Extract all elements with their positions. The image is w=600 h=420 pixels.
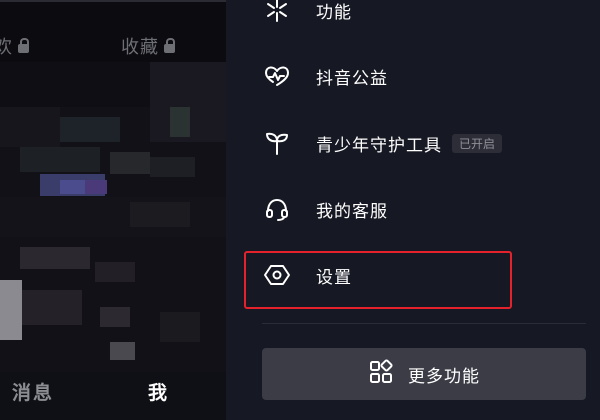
menu-item-label: 我的客服 (316, 201, 388, 222)
menu-item-youth-protection[interactable]: 青少年守护工具 已开启 (262, 123, 503, 163)
lock-icon (164, 38, 175, 53)
bottom-navigation: 消息 我 (0, 372, 226, 420)
mosaic-tile (20, 247, 90, 269)
mosaic-tile (0, 197, 226, 237)
mosaic-tile (0, 280, 22, 340)
mosaic-tile (60, 117, 120, 142)
mosaic-tile (60, 180, 85, 194)
mosaic-tile (0, 107, 60, 147)
status-badge: 已开启 (452, 133, 503, 153)
side-drawer: 功能 抖音公益 青少年守护工具 已开启 我的客服 设置 更多功能 (226, 0, 600, 420)
menu-item-customer-service[interactable]: 我的客服 (262, 189, 388, 229)
mosaic-tile (160, 312, 200, 342)
spark-icon (262, 0, 292, 25)
mosaic-tile (100, 307, 130, 327)
menu-item-features[interactable]: 功能 (262, 0, 352, 30)
tab-likes-label: 欢 (0, 37, 13, 58)
mosaic-tile (110, 342, 135, 360)
tab-favorites-label: 收藏 (121, 37, 159, 58)
menu-item-label: 功能 (316, 2, 352, 23)
divider (262, 323, 586, 324)
more-features-label: 更多功能 (408, 366, 480, 387)
nav-messages[interactable]: 消息 (12, 378, 54, 405)
pixelated-video-thumbnail[interactable] (0, 62, 226, 372)
tab-favorites[interactable]: 收藏 (121, 33, 175, 59)
tab-likes[interactable]: 欢 (0, 33, 29, 59)
mosaic-tile (130, 202, 190, 227)
more-features-button[interactable]: 更多功能 (262, 348, 586, 400)
headset-icon (262, 194, 292, 224)
mosaic-tile (170, 107, 190, 137)
mosaic-tile (20, 147, 100, 172)
mosaic-tile (85, 180, 107, 194)
profile-background: 欢 收藏 消息 我 (0, 0, 226, 420)
menu-item-label: 青少年守护工具 (316, 135, 442, 156)
nav-me[interactable]: 我 (148, 378, 169, 405)
menu-item-settings[interactable]: 设置 (262, 255, 352, 295)
settings-hexagon-icon (262, 260, 292, 290)
mosaic-tile (110, 152, 150, 174)
menu-item-charity[interactable]: 抖音公益 (262, 56, 388, 96)
menu-item-label: 抖音公益 (316, 68, 388, 89)
charity-heart-icon (262, 61, 292, 91)
top-divider (0, 0, 226, 2)
menu-item-label: 设置 (316, 267, 352, 288)
lock-icon (18, 38, 29, 53)
mosaic-tile (95, 262, 135, 282)
mosaic-tile (22, 290, 82, 325)
mosaic-tile (150, 157, 195, 177)
apps-grid-icon (368, 359, 394, 389)
sprout-icon (262, 128, 292, 158)
